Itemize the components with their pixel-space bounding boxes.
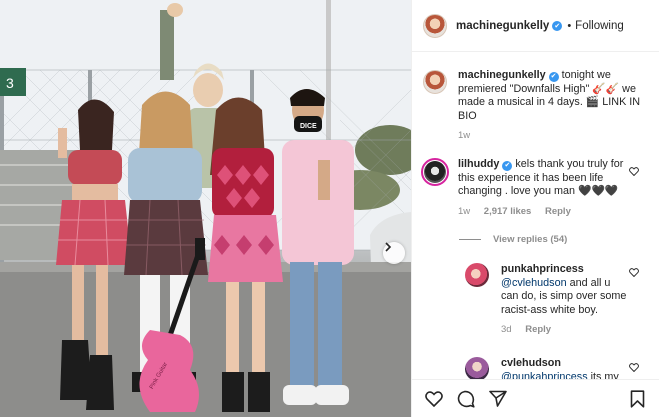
comments-list: machinegunkelly ✔ tonight we premiered "D… (412, 52, 659, 379)
comment-likes[interactable]: 2,917 likes (484, 206, 532, 217)
photo-scene: 3 Pink Guitar DICE (0, 0, 411, 417)
verified-badge-icon: ✔ (502, 160, 513, 171)
post-photo[interactable]: 3 Pink Guitar DICE (0, 0, 411, 417)
paper-plane-icon (489, 390, 507, 407)
like-comment-button[interactable] (629, 167, 639, 179)
chevron-right-icon (385, 242, 392, 252)
comment-username[interactable]: lilhuddy (458, 158, 499, 170)
post-actions-bar (412, 379, 659, 417)
carousel-next-button[interactable] (383, 242, 405, 264)
avatar[interactable] (423, 13, 447, 38)
separator-dot: • (567, 19, 572, 32)
like-button[interactable] (423, 388, 445, 410)
comment-button[interactable] (455, 388, 477, 410)
avatar[interactable] (423, 70, 447, 94)
comment-age[interactable]: 1w (458, 206, 470, 217)
mention-link[interactable]: @cvlehudson (501, 277, 567, 289)
reply-text: its my (587, 370, 619, 380)
heart-icon (629, 167, 639, 177)
like-comment-button[interactable] (629, 268, 639, 280)
save-button[interactable] (626, 388, 648, 410)
avatar[interactable] (421, 158, 449, 186)
following-button[interactable]: Following (575, 20, 624, 32)
share-button[interactable] (487, 388, 509, 410)
author-username[interactable]: machinegunkelly (456, 20, 549, 32)
scoreboard-number: 3 (6, 75, 14, 91)
mention-link[interactable]: @punkahprincess (501, 371, 588, 380)
heart-icon (629, 363, 639, 373)
reply-button[interactable]: Reply (545, 206, 571, 217)
reply-username[interactable]: cvlehudson (501, 357, 561, 369)
caption-age[interactable]: 1w (458, 130, 470, 141)
verified-badge-icon: ✔ (548, 71, 559, 82)
avatar[interactable] (465, 357, 489, 379)
reply-button[interactable]: Reply (525, 324, 551, 335)
mask-lettering: DICE (300, 123, 317, 130)
heart-icon (425, 390, 443, 407)
reply-username[interactable]: punkahprincess (501, 263, 584, 275)
view-replies-button[interactable]: View replies (54) (459, 234, 567, 245)
comment-item: lilhuddy ✔ kels thank you truly for this … (421, 158, 653, 218)
reply-item: cvlehudson @punkahprincess its my (465, 357, 653, 379)
view-replies-label[interactable]: View replies (54) (493, 234, 567, 245)
heart-icon (629, 268, 639, 278)
post-caption: machinegunkelly ✔ tonight we premiered "D… (423, 69, 653, 143)
post-header: machinegunkelly ✔ • Following (412, 0, 659, 52)
reply-age[interactable]: 3d (501, 324, 512, 335)
avatar[interactable] (465, 263, 489, 287)
post-side-panel: machinegunkelly ✔ • Following machinegun… (411, 0, 659, 417)
comment-icon (457, 390, 475, 408)
bookmark-icon (630, 389, 644, 408)
reply-item: punkahprincess @cvlehudson and all u can… (465, 263, 653, 337)
caption-username[interactable]: machinegunkelly (458, 69, 546, 81)
replies-divider (459, 239, 481, 240)
verified-badge-icon: ✔ (552, 20, 563, 31)
like-comment-button[interactable] (629, 363, 639, 375)
